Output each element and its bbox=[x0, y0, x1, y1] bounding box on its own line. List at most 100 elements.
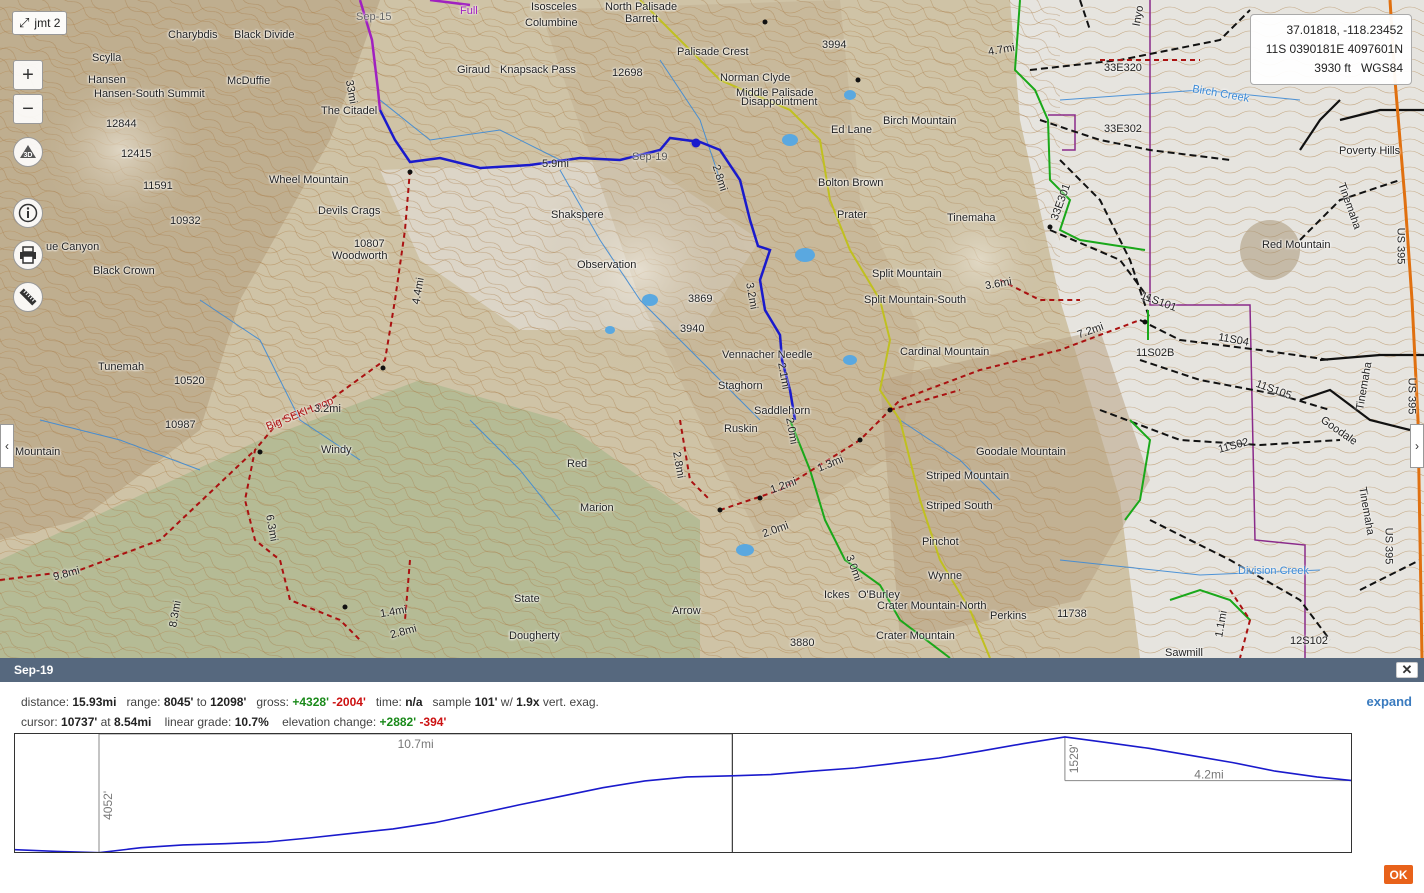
peak-label: Tinemaha bbox=[947, 212, 996, 224]
peak-label: Sawmill bbox=[1165, 647, 1203, 658]
peak-label: Woodworth bbox=[332, 250, 388, 262]
peak-label: ue Canyon bbox=[46, 241, 100, 253]
peak-label: Ruskin bbox=[724, 423, 758, 435]
peak-label: Poverty Hills bbox=[1339, 145, 1401, 157]
left-panel-toggle[interactable]: ‹ bbox=[0, 424, 14, 468]
peak-label: Wheel Mountain bbox=[269, 174, 349, 186]
peak-label: Striped Mountain bbox=[926, 470, 1010, 482]
measure-button[interactable] bbox=[13, 282, 43, 312]
chevron-left-icon: ‹ bbox=[5, 439, 9, 453]
range-label: range: bbox=[126, 695, 161, 709]
peak-label: Arrow bbox=[672, 605, 701, 617]
cursor-distance-value: 8.54mi bbox=[113, 715, 152, 729]
road-label: 33E302 bbox=[1104, 123, 1142, 135]
peak-label: Scylla bbox=[92, 52, 122, 64]
peak-label: Dougherty bbox=[509, 630, 560, 642]
peak-label: Knapsack Pass bbox=[500, 64, 576, 76]
peak-label: Hansen bbox=[88, 74, 126, 86]
close-button[interactable]: ✕ bbox=[1396, 662, 1418, 678]
peak-label: 11591 bbox=[143, 180, 173, 192]
peak-label: Observation bbox=[577, 259, 637, 271]
peak-label: Ed Lane bbox=[831, 124, 872, 136]
chevron-right-icon: › bbox=[1415, 439, 1419, 453]
peak-label: Shakspere bbox=[551, 209, 604, 221]
gross-label: gross: bbox=[256, 695, 290, 709]
app: Isosceles North Palisade Barrett Columbi… bbox=[0, 0, 1424, 893]
peak-label: Mountain bbox=[15, 446, 61, 458]
panel-title: Sep-19 bbox=[14, 663, 54, 677]
peak-label: 10807 bbox=[354, 238, 385, 250]
range-low-value: 8045' bbox=[163, 695, 194, 709]
peak-label: 3940 bbox=[680, 323, 705, 335]
route-label: Sep-15 bbox=[356, 11, 392, 23]
peak-label: Devils Crags bbox=[318, 205, 381, 217]
peak-label: 10987 bbox=[165, 419, 196, 431]
time-value: n/a bbox=[405, 695, 423, 709]
peak-label: McDuffie bbox=[227, 75, 271, 87]
peak-label: Red bbox=[567, 458, 588, 470]
exaggeration-value: 1.9x bbox=[516, 695, 540, 709]
print-button[interactable] bbox=[13, 240, 43, 270]
range-to-label: to bbox=[196, 695, 207, 709]
close-icon: ✕ bbox=[1401, 662, 1413, 677]
peak-label: Cardinal Mountain bbox=[900, 346, 990, 358]
peak-label: Wynne bbox=[928, 570, 963, 582]
peak-label: Hansen-South Summit bbox=[94, 88, 205, 100]
time-label: time: bbox=[375, 695, 402, 709]
plus-icon: + bbox=[22, 63, 34, 86]
peak-label: 11738 bbox=[1057, 608, 1087, 620]
latlon-readout: 37.01818, -118.23452 bbox=[1286, 23, 1403, 37]
with-label: w/ bbox=[500, 695, 513, 709]
utm-readout: 11S 0390181E 4097601N bbox=[1265, 42, 1403, 56]
info-button[interactable] bbox=[13, 198, 43, 228]
3d-view-button[interactable]: 3D bbox=[13, 137, 43, 167]
peak-label: Barrett bbox=[625, 13, 659, 25]
gross-gain-value: +4328' bbox=[292, 695, 329, 709]
expand-link[interactable]: expand bbox=[1366, 694, 1412, 709]
road-label: 33E320 bbox=[1104, 62, 1142, 74]
distance-value: 15.93mi bbox=[72, 695, 117, 709]
route-label: Sep-19 bbox=[632, 151, 668, 163]
elevation-profile-chart[interactable]: 10.7mi 4052' 4.2mi 1529' bbox=[14, 733, 1352, 853]
peak-label: Crater Mountain-North bbox=[877, 600, 987, 612]
segment-b-distance-label: 4.2mi bbox=[1194, 768, 1223, 782]
ok-button[interactable]: OK bbox=[1384, 865, 1413, 884]
road-label: Division Creek bbox=[1238, 565, 1309, 577]
cursor-coordinates: 37.01818, -118.23452 11S 0390181E 409760… bbox=[1250, 14, 1412, 85]
peak-label: Split Mountain-South bbox=[864, 294, 967, 306]
datum-value: WGS84 bbox=[1360, 61, 1403, 75]
peak-label: Pinchot bbox=[922, 536, 959, 548]
peak-label: 3880 bbox=[790, 637, 815, 649]
peak-label: Palisade Crest bbox=[677, 46, 749, 58]
segment-a-distance-label: 10.7mi bbox=[398, 737, 434, 751]
route-label: 5.9mi bbox=[542, 158, 569, 170]
right-panel-toggle[interactable]: › bbox=[1410, 424, 1424, 468]
peak-label: 3994 bbox=[822, 39, 847, 51]
peak-label: Vennacher Needle bbox=[722, 349, 813, 361]
peak-label: 12415 bbox=[121, 148, 152, 160]
peak-label: Split Mountain bbox=[872, 268, 942, 280]
road-label: US 395 bbox=[1382, 527, 1395, 565]
at-label: at bbox=[100, 715, 111, 729]
elevation-loss-value: -394' bbox=[419, 715, 447, 729]
peak-label: Perkins bbox=[990, 610, 1027, 622]
layer-selector-button[interactable]: ⤢ jmt 2 bbox=[12, 11, 68, 35]
peak-label: Marion bbox=[580, 502, 614, 514]
sample-label: sample bbox=[432, 695, 472, 709]
segment-a-gain-label: 4052' bbox=[101, 791, 115, 820]
topo-map[interactable]: Isosceles North Palisade Barrett Columbi… bbox=[0, 0, 1424, 658]
expand-arrow-icon: ⤢ bbox=[19, 15, 30, 30]
elevation-profile-line bbox=[15, 736, 1351, 852]
road-label: US 395 bbox=[1394, 227, 1407, 265]
peak-label: Saddlehorn bbox=[754, 405, 811, 417]
peak-label: Black Crown bbox=[93, 265, 155, 277]
peak-label: 12698 bbox=[612, 67, 643, 79]
peak-label: North Palisade bbox=[605, 1, 678, 13]
zoom-in-button[interactable]: + bbox=[13, 60, 43, 90]
road-label: 12S102 bbox=[1290, 635, 1328, 647]
peak-label: Tunemah bbox=[98, 361, 145, 373]
zoom-out-button[interactable]: − bbox=[13, 94, 43, 124]
peak-label: The Citadel bbox=[321, 105, 378, 117]
route-label: 3.2mi bbox=[314, 403, 341, 415]
elevation-readout: 3930 ft WGS84 bbox=[1259, 59, 1403, 78]
